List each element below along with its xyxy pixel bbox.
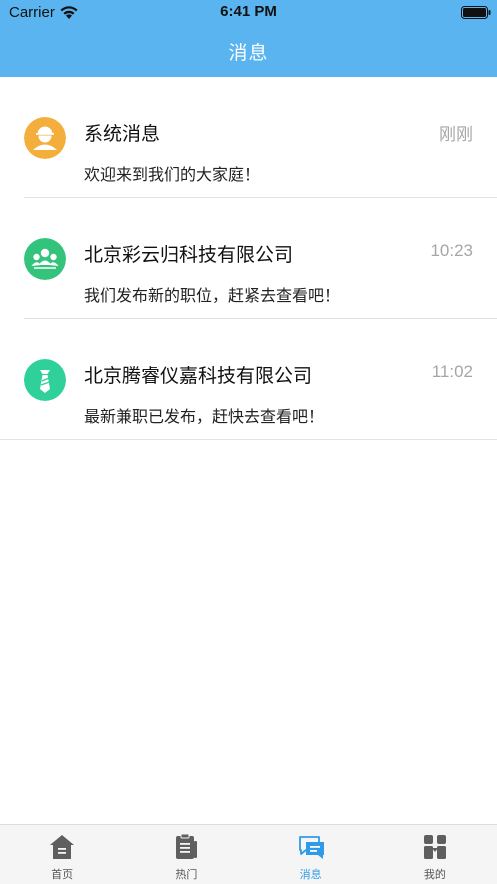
group-avatar-icon	[24, 238, 66, 280]
clock: 6:41 PM	[220, 3, 277, 20]
message-icon	[298, 836, 324, 859]
status-bar: Carrier 6:41 PM	[0, 0, 497, 26]
tie-avatar-icon	[24, 359, 66, 401]
message-item-caiyungui[interactable]: 北京彩云归科技有限公司 10:23 我们发布新的职位，赶紧去查看吧！	[24, 198, 497, 319]
tab-profile[interactable]: 我的	[373, 825, 497, 884]
message-time: 10:23	[430, 241, 473, 260]
tab-messages[interactable]: 消息	[249, 825, 373, 884]
home-icon	[50, 835, 75, 859]
message-preview: 我们发布新的职位，赶紧去查看吧！	[84, 286, 341, 305]
navigation-header: Carrier 6:41 PM 消息	[0, 0, 497, 77]
message-title: 北京彩云归科技有限公司	[84, 244, 294, 266]
tab-label: 首页	[51, 868, 74, 881]
tab-label: 我的	[423, 868, 446, 881]
worker-avatar-icon	[24, 117, 66, 159]
message-time: 11:02	[431, 362, 473, 381]
message-list: 系统消息 刚刚 欢迎来到我们的大家庭！ 北京彩云归科技有限公司 10:23 我们…	[0, 77, 497, 440]
profile-icon	[423, 835, 446, 859]
message-item-system[interactable]: 系统消息 刚刚 欢迎来到我们的大家庭！	[24, 77, 497, 198]
page-title: 消息	[228, 42, 269, 64]
tab-label: 热门	[175, 868, 198, 881]
battery-icon	[461, 6, 491, 19]
tab-hot[interactable]: 热门	[124, 825, 248, 884]
tab-home[interactable]: 首页	[0, 825, 124, 884]
message-item-tengrui[interactable]: 北京腾睿仪嘉科技有限公司 11:02 最新兼职已发布，赶快去查看吧！	[0, 319, 497, 440]
clipboard-icon	[176, 833, 198, 859]
message-time: 刚刚	[439, 125, 473, 144]
tab-label: 消息	[299, 868, 322, 881]
message-preview: 最新兼职已发布，赶快去查看吧！	[84, 407, 325, 426]
message-preview: 欢迎来到我们的大家庭！	[84, 165, 261, 184]
tab-bar: 首页 热门 消息 我的	[0, 824, 497, 884]
message-title: 系统消息	[84, 123, 161, 145]
message-title: 北京腾睿仪嘉科技有限公司	[84, 365, 313, 387]
